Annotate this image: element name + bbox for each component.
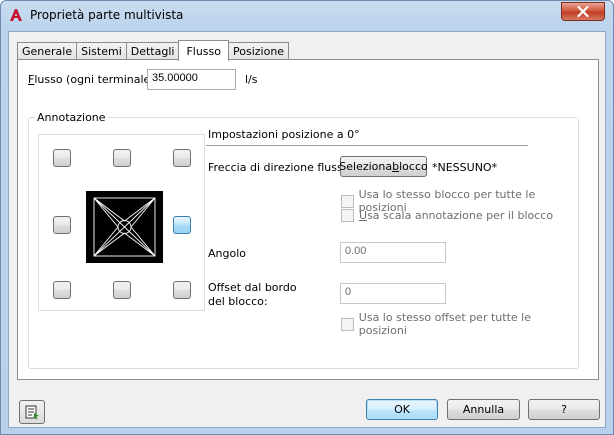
checkbox-box[interactable] — [341, 194, 354, 208]
properties-icon — [25, 405, 39, 420]
angle-label: Angolo — [208, 247, 246, 260]
arrow-label: Freccia di direzione flusso: — [208, 161, 354, 174]
close-icon — [577, 6, 589, 17]
position-bottom-left-button[interactable] — [53, 281, 71, 299]
close-button[interactable] — [561, 2, 605, 21]
ok-button[interactable]: OK — [366, 399, 438, 420]
flow-input[interactable]: 35.00000 — [147, 69, 236, 90]
position-left-button[interactable] — [53, 216, 71, 234]
position-right-button[interactable] — [173, 216, 191, 234]
title-bar[interactable]: Proprietà parte multivista — [1, 1, 613, 31]
annotation-group-title: Annotazione — [35, 111, 108, 124]
cancel-button[interactable]: Annulla — [447, 399, 520, 420]
position-top-right-button[interactable] — [173, 149, 191, 167]
section-title: Impostazioni posizione a 0° — [206, 128, 528, 146]
tab-strip: Generale Sistemi Dettagli Flusso Posizio… — [17, 40, 290, 61]
window-title: Proprietà parte multivista — [30, 8, 184, 22]
block-name: *NESSUNO* — [432, 161, 498, 174]
tab-sistemi[interactable]: Sistemi — [76, 42, 127, 60]
same-offset-checkbox[interactable]: Usa lo stesso offset per tutte le posizi… — [341, 311, 578, 337]
tab-posizione[interactable]: Posizione — [228, 42, 290, 60]
position-top-button[interactable] — [113, 149, 131, 167]
preview-icon-button[interactable] — [19, 400, 45, 424]
position-top-left-button[interactable] — [53, 149, 71, 167]
tab-generale[interactable]: Generale — [17, 42, 78, 60]
position-bottom-button[interactable] — [113, 281, 131, 299]
offset-input[interactable]: 0 — [340, 283, 446, 304]
air-terminal-symbol-icon — [86, 191, 163, 263]
help-button[interactable]: ? — [528, 399, 600, 420]
annotation-group: Annotazione Impostazioni posizione a 0° … — [28, 111, 579, 369]
position-preview — [38, 134, 205, 311]
offset-label-line2: del blocco: — [208, 295, 268, 308]
tab-flusso[interactable]: Flusso — [178, 40, 229, 61]
tab-panel-flusso: Flusso (ogni terminale): 35.00000 l/s An… — [17, 59, 599, 380]
angle-input[interactable]: 0.00 — [340, 242, 446, 263]
select-block-button[interactable]: Seleziona b locco — [339, 156, 428, 177]
autocad-icon — [10, 9, 22, 21]
checkbox-box[interactable] — [341, 317, 354, 331]
annotation-scale-checkbox[interactable]: Usa scala annotazione per il blocco — [341, 209, 553, 222]
flow-label: Flusso (ogni terminale): — [28, 73, 159, 86]
dialog-client: Generale Sistemi Dettagli Flusso Posizio… — [8, 31, 606, 428]
position-bottom-right-button[interactable] — [173, 281, 191, 299]
offset-label-line1: Offset dal bordo — [208, 281, 297, 294]
dialog-window: Proprietà parte multivista Generale Sist… — [0, 0, 614, 435]
checkbox-box[interactable] — [341, 209, 354, 222]
flow-unit: l/s — [245, 73, 258, 86]
tab-dettagli[interactable]: Dettagli — [125, 42, 180, 60]
